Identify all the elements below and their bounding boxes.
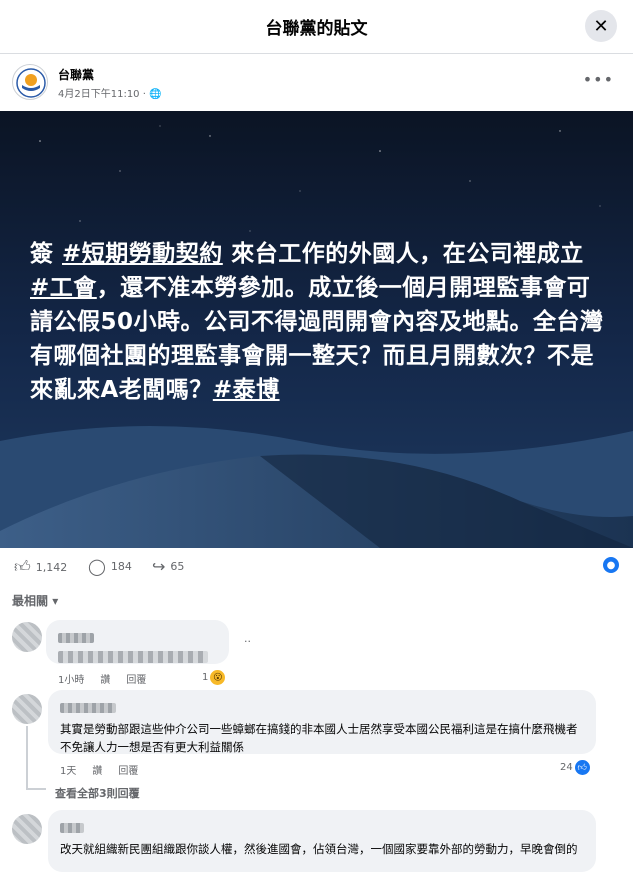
globe-icon: ●	[603, 557, 619, 573]
comment-reactions[interactable]: 24 👍︎	[560, 760, 590, 775]
share-icon: ↪	[152, 557, 166, 576]
share-stat[interactable]: ↪ 65	[152, 557, 184, 576]
dialog-title: 台聯黨的貼文	[265, 19, 368, 39]
hashtag-short-term-contract[interactable]: #短期勞動契約	[62, 241, 223, 267]
comment-actions: 1小時 讚 回覆	[58, 671, 146, 686]
comment-text: 改天就組織新民團組織跟你談人權，然後進國會，佔領台灣，一個國家要靠外部的勞動力，…	[60, 842, 578, 856]
globe-icon: 🌐	[149, 89, 162, 100]
author-name[interactable]: 台聯黨	[58, 66, 94, 83]
commenter-name-blurred[interactable]	[58, 633, 94, 643]
commenter-avatar[interactable]	[12, 694, 42, 724]
like-comment-button[interactable]: 讚	[100, 671, 110, 686]
commenter-name-blurred[interactable]	[60, 703, 116, 713]
comment-bubble: 改天就組織新民團組織跟你談人權，然後進國會，佔領台灣，一個國家要靠外部的勞動力，…	[48, 810, 596, 872]
post-author: 台聯黨 4月2日下午11:10 · 🌐 •••	[12, 64, 622, 104]
comment-ellipsis: ..	[244, 632, 251, 645]
comment-actions: 1天 讚 回覆	[60, 762, 138, 777]
hashtag-union[interactable]: #工會	[30, 275, 97, 301]
view-replies-link[interactable]: 查看全部3則回覆	[55, 785, 140, 801]
hashtag-taibo[interactable]: #泰博	[213, 377, 280, 403]
like-stat[interactable]: 👍︎ 1,142	[14, 557, 67, 577]
comment-bubble: 其實是勞動部跟這些仲介公司一些蟑螂在搞錢的非本國人士居然享受本國公民福利這是在搞…	[48, 690, 596, 754]
more-options-button[interactable]: •••	[583, 70, 614, 89]
like-comment-button[interactable]: 讚	[92, 762, 102, 777]
comment-bubble	[46, 620, 229, 664]
close-icon: ✕	[593, 15, 609, 37]
commenter-name-blurred[interactable]	[60, 823, 84, 833]
commenter-avatar[interactable]	[12, 814, 42, 844]
tsu-logo-icon	[16, 68, 46, 98]
page-avatar[interactable]	[12, 64, 48, 100]
post-image-caption: 簽 #短期勞動契約 來台工作的外國人，在公司裡成立 #工會，還不准本勞參加。成立…	[30, 241, 604, 403]
close-button[interactable]: ✕	[585, 10, 617, 42]
comment-stat[interactable]: ◯ 184	[88, 557, 132, 576]
like-reaction-icon: 👍︎	[574, 760, 590, 775]
reply-comment-button[interactable]: 回覆	[126, 671, 146, 686]
commenter-avatar[interactable]	[12, 622, 42, 652]
comment-text: 其實是勞動部跟這些仲介公司一些蟑螂在搞錢的非本國人士居然享受本國公民福利這是在搞…	[60, 722, 578, 754]
post-stats: 👍︎ 1,142 ◯ 184 ↪ 65 ●	[14, 557, 619, 577]
post-timestamp[interactable]: 4月2日下午11:10	[58, 89, 140, 100]
comment-icon: ◯	[88, 557, 106, 576]
comment-sort-dropdown[interactable]: 最相關 ▾	[12, 592, 58, 609]
post-meta: 4月2日下午11:10 · 🌐	[58, 89, 162, 100]
comment-reactions[interactable]: 1 😮	[202, 670, 226, 685]
dialog-header: 台聯黨的貼文 ✕	[0, 0, 633, 54]
wow-reaction-icon: 😮	[210, 670, 226, 685]
caret-down-icon: ▾	[52, 594, 59, 608]
reply-comment-button[interactable]: 回覆	[118, 762, 138, 777]
comment-text-blurred	[58, 651, 208, 663]
thumbs-up-icon: 👍︎	[14, 557, 31, 576]
